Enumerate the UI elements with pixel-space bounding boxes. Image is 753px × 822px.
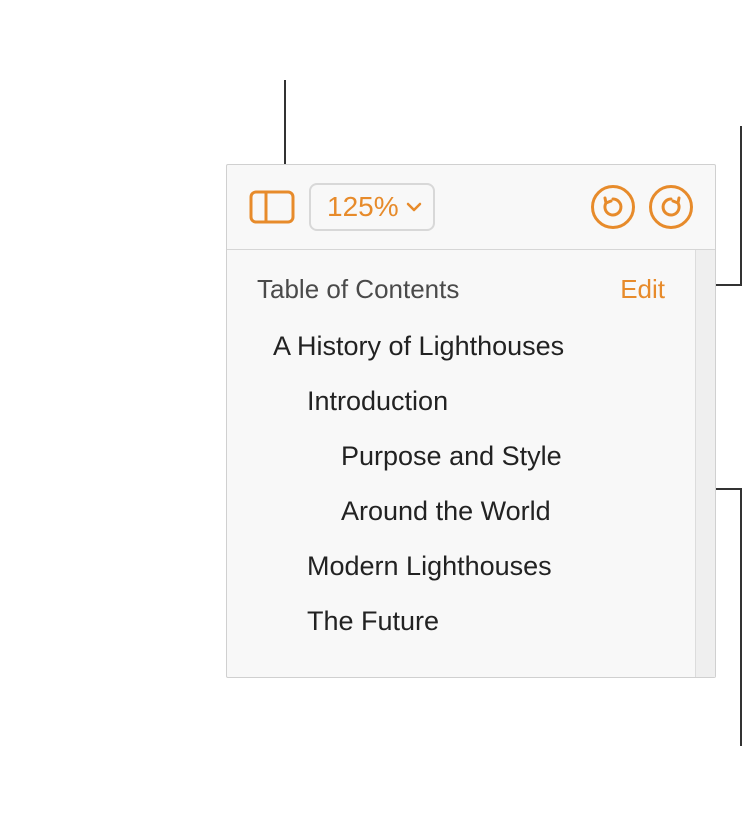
callout-line [284, 80, 286, 164]
toc-item[interactable]: Modern Lighthouses [257, 539, 665, 594]
undo-icon [601, 195, 625, 219]
undo-button[interactable] [591, 185, 635, 229]
toc-item[interactable]: Around the World [257, 484, 665, 539]
sidebar-panel: 125% Table of Contents [226, 164, 716, 678]
callout-line [740, 126, 742, 286]
sidebar-content: Table of Contents Edit A History of Ligh… [227, 250, 695, 677]
toc-item[interactable]: A History of Lighthouses [257, 319, 665, 374]
callout-line [740, 488, 742, 746]
toolbar: 125% [227, 165, 715, 250]
sidebar-icon [249, 188, 295, 226]
zoom-select[interactable]: 125% [309, 183, 435, 231]
sidebar-toggle-button[interactable] [249, 188, 295, 226]
zoom-value-label: 125% [327, 191, 399, 223]
toc-item[interactable]: Purpose and Style [257, 429, 665, 484]
redo-button[interactable] [649, 185, 693, 229]
toc-item[interactable]: Introduction [257, 374, 665, 429]
toc-header: Table of Contents Edit [227, 268, 695, 319]
redo-icon [659, 195, 683, 219]
toc-item[interactable]: The Future [257, 594, 665, 649]
toc-list: A History of Lighthouses Introduction Pu… [227, 319, 695, 659]
edit-button[interactable]: Edit [620, 274, 665, 305]
toc-title: Table of Contents [257, 274, 459, 305]
document-edge [695, 250, 715, 677]
chevron-down-icon [405, 198, 423, 216]
sidebar-body: Table of Contents Edit A History of Ligh… [227, 250, 715, 677]
